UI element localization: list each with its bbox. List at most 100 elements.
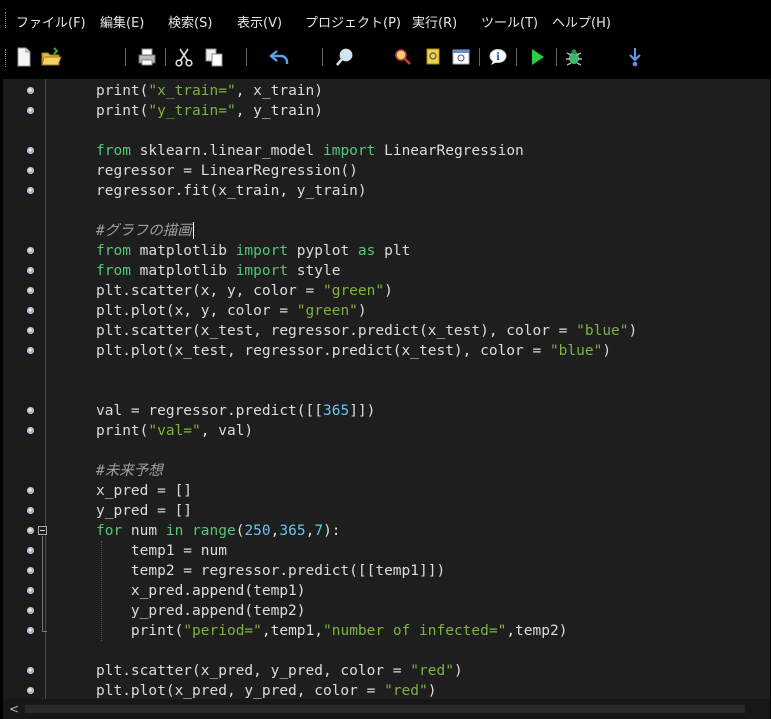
code-line[interactable]: for num in range(250,365,7): [3,521,770,541]
find-icon[interactable] [334,46,356,68]
code-line[interactable] [3,201,770,221]
code-line[interactable]: plt.plot(x_pred, y_pred, color = "red") [3,681,770,699]
line-marker-icon[interactable] [27,507,34,514]
line-marker-icon[interactable] [27,247,34,254]
menu-run[interactable]: 実行(R) [412,12,457,31]
line-marker-icon[interactable] [27,167,34,174]
line-marker-icon[interactable] [27,107,34,114]
code-line[interactable]: plt.scatter(x_test, regressor.predict(x_… [3,321,770,341]
code-line[interactable] [3,381,770,401]
code-line[interactable]: print("val=", val) [3,421,770,441]
code-text: print("val=", val) [96,423,254,439]
line-marker-icon[interactable] [27,267,34,274]
line-marker-icon[interactable] [27,587,34,594]
code-text: regressor = LinearRegression() [96,163,358,179]
bookmark-icon[interactable] [392,46,414,68]
line-marker-icon[interactable] [27,607,34,614]
line-marker-icon[interactable] [27,407,34,414]
line-marker-icon[interactable] [27,87,34,94]
line-marker-icon[interactable] [27,687,34,694]
text-caret [192,222,194,239]
copy-icon[interactable] [203,46,225,68]
line-marker-icon[interactable] [27,327,34,334]
line-marker-icon[interactable] [27,527,34,534]
toolbar-separator [479,48,480,66]
code-line[interactable]: #未来予想 [3,461,770,481]
code-line[interactable]: y_pred = [] [3,501,770,521]
toolbar: i [0,40,771,76]
line-marker-icon[interactable] [27,627,34,634]
code-line[interactable]: print("x_train=", x_train) [3,81,770,101]
code-text: for num in range(250,365,7): [96,523,341,539]
menu-help[interactable]: ヘルプ(H) [552,12,611,31]
info-icon[interactable]: i [487,46,509,68]
menu-tools[interactable]: ツール(T) [481,12,538,31]
code-line[interactable] [3,361,770,381]
menu-project[interactable]: プロジェクト(P) [305,12,401,31]
code-line[interactable]: print("y_train=", y_train) [3,101,770,121]
line-marker-icon[interactable] [27,307,34,314]
undo-icon[interactable] [268,46,290,68]
line-marker-icon[interactable] [27,147,34,154]
code-line[interactable]: from sklearn.linear_model import LinearR… [3,141,770,161]
line-marker-icon[interactable] [27,347,34,354]
toolbar-separator [125,48,126,66]
code-line[interactable]: plt.plot(x_test, regressor.predict(x_tes… [3,341,770,361]
line-marker-icon[interactable] [27,567,34,574]
line-marker-icon[interactable] [27,667,34,674]
code-text: regressor.fit(x_train, y_train) [96,183,367,199]
line-marker-icon[interactable] [27,427,34,434]
code-line[interactable] [3,441,770,461]
line-marker-icon[interactable] [27,487,34,494]
line-marker-icon[interactable] [27,187,34,194]
menu-file[interactable]: ファイル(F) [16,12,86,31]
fold-toggle-icon[interactable] [38,526,47,535]
window-icon[interactable] [450,46,472,68]
run-icon[interactable] [526,46,548,68]
code-line[interactable]: print("period=",temp1,"number of infecte… [3,621,770,641]
code-line[interactable]: plt.scatter(x_pred, y_pred, color = "red… [3,661,770,681]
menu-bar-grip[interactable] [5,12,8,28]
scrollbar-track[interactable] [25,705,745,713]
code-line[interactable] [3,641,770,661]
code-line[interactable]: plt.scatter(x, y, color = "green") [3,281,770,301]
code-text: from matplotlib import style [96,263,341,279]
code-text: from matplotlib import pyplot as plt [96,243,411,259]
code-line[interactable]: plt.plot(x, y, color = "green") [3,301,770,321]
code-line[interactable]: temp2 = regressor.predict([[temp1]]) [3,561,770,581]
code-line[interactable]: regressor.fit(x_train, y_train) [3,181,770,201]
code-text: val = regressor.predict([[365]]) [96,403,376,419]
code-text: y_pred.append(temp2) [96,603,306,619]
code-line[interactable]: from matplotlib import style [3,261,770,281]
toolbar-grip[interactable] [5,49,8,67]
open-folder-icon[interactable] [40,46,62,68]
code-line[interactable]: y_pred.append(temp2) [3,601,770,621]
menu-search[interactable]: 検索(S) [168,12,212,31]
scroll-left-arrow[interactable]: < [9,702,19,716]
code-text: plt.scatter(x_pred, y_pred, color = "red… [96,663,463,679]
toolbar-separator [556,48,557,66]
note-icon[interactable] [422,46,444,68]
code-line[interactable]: regressor = LinearRegression() [3,161,770,181]
code-line[interactable]: from matplotlib import pyplot as plt [3,241,770,261]
code-editor[interactable]: print("x_train=", x_train) print("y_train… [3,79,770,699]
code-text: plt.scatter(x, y, color = "green") [96,283,393,299]
code-line[interactable]: x_pred.append(temp1) [3,581,770,601]
code-line[interactable]: #グラフの描画 [3,221,770,241]
new-file-icon[interactable] [13,46,35,68]
horizontal-scrollbar[interactable]: < [3,699,770,719]
step-icon[interactable] [624,46,646,68]
menu-view[interactable]: 表示(V) [237,12,282,31]
code-line[interactable]: val = regressor.predict([[365]]) [3,401,770,421]
line-marker-icon[interactable] [27,547,34,554]
code-line[interactable]: x_pred = [] [3,481,770,501]
line-marker-icon[interactable] [27,287,34,294]
code-line[interactable]: temp1 = num [3,541,770,561]
menu-edit[interactable]: 編集(E) [100,12,144,31]
print-icon[interactable] [136,46,158,68]
debug-icon[interactable] [563,46,585,68]
indent-guide [101,541,103,641]
menu-bar: ファイル(F) 編集(E) 検索(S) 表示(V) プロジェクト(P) 実行(R… [0,0,771,40]
code-line[interactable] [3,121,770,141]
cut-icon[interactable] [173,46,195,68]
